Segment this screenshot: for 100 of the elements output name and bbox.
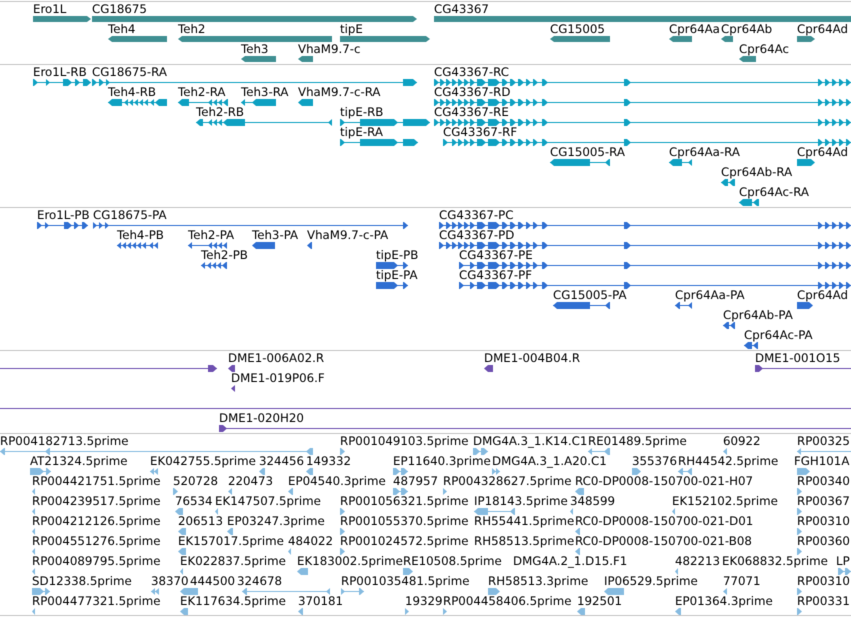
est-label: RP00367 <box>797 495 850 508</box>
clone-label: DME1-004B04.R <box>484 352 580 365</box>
est-label: RP004212126.5prime <box>32 515 160 528</box>
protein-label: Cpr64Ac-PA <box>744 329 813 342</box>
est-label: 76534 <box>175 495 213 508</box>
protein-label: CG43367-PC <box>439 209 514 222</box>
est-label: RP004477321.5prime <box>32 595 160 608</box>
protein-label: Teh3-PA <box>252 229 298 242</box>
est-label: RP00310 <box>797 515 850 528</box>
est-label: EK147507.5prime <box>215 495 321 508</box>
est-label: RP004089795.5prime <box>32 555 160 568</box>
est-label: DMG4A.2_1.D15.F1 <box>513 555 628 568</box>
protein-label: Cpr64Ab-PA <box>723 309 793 322</box>
est-label: 487957 <box>393 475 438 488</box>
est-label: RE01489.5prime <box>588 435 687 448</box>
est-label: RP001024572.5prime <box>340 535 468 548</box>
transcript-label: Cpr64Ad <box>797 146 848 159</box>
est-label: 192501 <box>577 595 622 608</box>
est-label: RP004551276.5prime <box>32 535 160 548</box>
est-label: EP01364.3prime <box>675 595 773 608</box>
est-label: 220473 <box>228 475 274 488</box>
est-label: RP001049103.5prime <box>340 435 468 448</box>
est-label: DMG4A.3_1.K14.C1 <box>473 435 588 448</box>
est-label: FGH101A <box>794 455 850 468</box>
est-label: 355376 <box>632 455 678 468</box>
est-label: 324678 <box>237 575 282 588</box>
gene-label: VhaM9.7-c <box>298 43 360 56</box>
est-label: 484022 <box>288 535 334 548</box>
est-label: EK022837.5prime <box>180 555 286 568</box>
est-label: SD12338.5prime <box>32 575 132 588</box>
est-label: EK152102.5prime <box>672 495 778 508</box>
gene-label: Teh4 <box>108 23 136 36</box>
est-label: EP11640.3prime <box>393 455 491 468</box>
gene-label: CG43367 <box>434 3 489 16</box>
est-label: 324456 <box>259 455 304 468</box>
transcript-label: tipE-RB <box>340 106 384 119</box>
transcript-label: tipE-RA <box>340 126 383 139</box>
est-label: RH55441.5prime <box>474 515 574 528</box>
protein-label: Teh4-PB <box>117 229 164 242</box>
est-label: RP00310 <box>797 575 850 588</box>
clone-label: DME1-006A02.R <box>228 352 324 365</box>
protein-label: Cpr64Ad <box>797 289 848 302</box>
est-label: EK042755.5prime <box>150 455 256 468</box>
transcript-label: VhaM9.7-c-RA <box>298 86 381 99</box>
transcript-label: Teh2-RB <box>196 106 244 119</box>
est-label: RE10508.5prime <box>403 555 502 568</box>
est-label: RP001056321.5prime <box>340 495 468 508</box>
est-label: 370181 <box>298 595 344 608</box>
gene-label: CG15005 <box>550 23 605 36</box>
est-label: RP00325 <box>797 435 850 448</box>
est-label: 77071 <box>723 575 761 588</box>
est-label: RP001035481.5prime <box>341 575 470 588</box>
clone-label: DME1-020H20 <box>219 412 304 425</box>
est-label: RP001055370.5prime <box>340 515 468 528</box>
est-label: 206513 <box>178 515 224 528</box>
est-label: RP004239517.5prime <box>32 495 160 508</box>
est-label: RH44542.5prime <box>678 455 778 468</box>
est-label: 482213 <box>675 555 720 568</box>
est-label: 348599 <box>570 495 616 508</box>
est-label: 520728 <box>173 475 218 488</box>
est-label: RC0-DP0008-150700-021-D01 <box>575 515 754 528</box>
transcript-label: CG15005-RA <box>550 146 625 159</box>
transcript-label: Teh4-RB <box>108 86 156 99</box>
est-label: EP04540.3prime <box>288 475 386 488</box>
est-label: RP00331 <box>797 595 850 608</box>
gene-label: Cpr64Aa <box>669 23 720 36</box>
est-label: RH58513.3prime <box>488 575 588 588</box>
transcript-label: CG43367-RD <box>434 86 510 99</box>
est-label: 19329 <box>405 595 443 608</box>
protein-label: Teh2-PB <box>201 249 248 262</box>
est-label: EP03247.3prime <box>227 515 325 528</box>
est-label: 60922 <box>723 435 761 448</box>
transcript-label: Cpr64Ab-RA <box>721 166 792 179</box>
est-label: RP004182713.5prime <box>0 435 128 448</box>
transcript-label: Ero1L-RB <box>33 66 87 79</box>
protein-label: tipE-PB <box>376 249 418 262</box>
est-label: IP06529.5prime <box>604 575 698 588</box>
est-label: 149332 <box>306 455 352 468</box>
transcript-label: Cpr64Ac-RA <box>739 186 809 199</box>
transcript-label: Teh2-RA <box>178 86 226 99</box>
est-label: RP00340 <box>797 475 850 488</box>
protein-label: CG15005-PA <box>553 289 627 302</box>
gene-label: tipE <box>340 23 363 36</box>
transcript-label: CG18675-RA <box>92 66 167 79</box>
protein-label: VhaM9.7-c-PA <box>307 229 388 242</box>
gene-label: Teh2 <box>178 23 206 36</box>
transcript-label: CG43367-RE <box>434 106 509 119</box>
est-label: RH58513.5prime <box>474 535 574 548</box>
protein-label: CG43367-PE <box>459 249 533 262</box>
protein-label: tipE-PA <box>376 269 418 282</box>
est-label: RP004328627.5prime <box>443 475 572 488</box>
protein-label: CG43367-PD <box>439 229 514 242</box>
transcript-label: CG43367-RC <box>434 66 510 79</box>
est-label: EK183002.5prime <box>297 555 403 568</box>
est-label: IP18143.5prime <box>474 495 568 508</box>
gene-label: Teh3 <box>241 43 268 56</box>
gene-label: Cpr64Ac <box>739 43 789 56</box>
gene-label: Ero1L <box>33 3 66 16</box>
est-label: EK157017.5prime <box>178 535 284 548</box>
gene-label: Cpr64Ab <box>721 23 772 36</box>
